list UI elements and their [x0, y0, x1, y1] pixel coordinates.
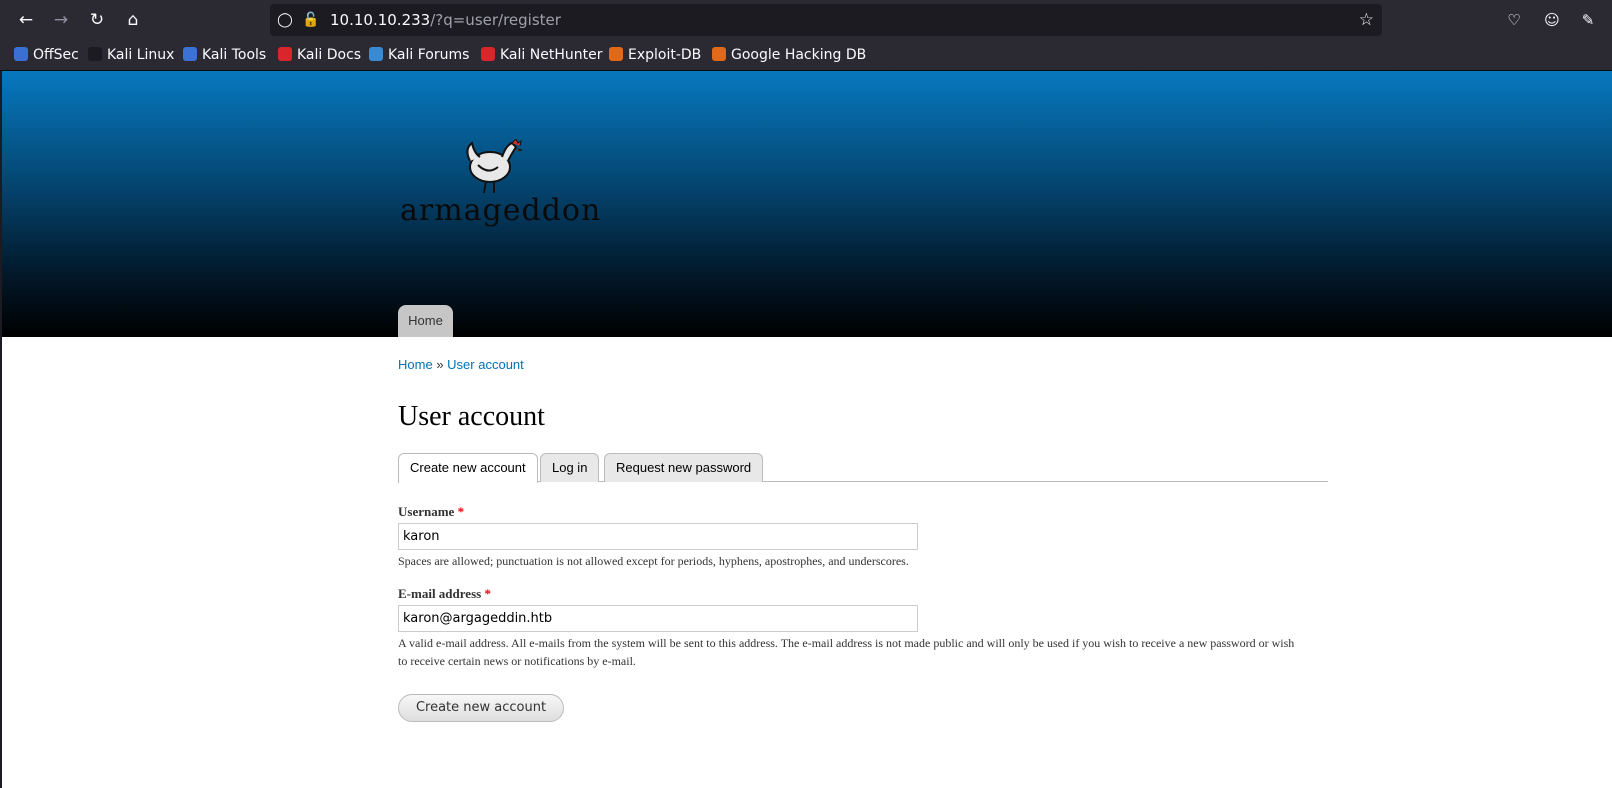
account-tabs: Create new account Log in Request new pa… [398, 453, 1328, 483]
browser-toolbar: ← → ↻ ⌂ ◯ 🔓 10.10.10.233/?q=user/registe… [0, 0, 1612, 40]
site-header: armageddon Home [2, 71, 1612, 337]
tab-log-in[interactable]: Log in [540, 453, 600, 482]
create-new-account-button[interactable]: Create new account [398, 694, 564, 722]
page-title: User account [398, 401, 545, 432]
shield-icon[interactable]: ◯ [274, 4, 296, 36]
bookmark-item[interactable]: Kali Docs [278, 40, 361, 70]
reload-icon[interactable]: ↻ [83, 6, 111, 34]
web-page: armageddon Home Home » User account User… [0, 71, 1612, 788]
breadcrumb-home-link[interactable]: Home [398, 357, 433, 372]
bookmark-label: Kali Forums [388, 47, 470, 63]
bookmark-item[interactable]: Kali Linux [88, 40, 174, 70]
address-bar[interactable]: ◯ 🔓 10.10.10.233/?q=user/register ☆ [270, 4, 1382, 36]
bookmark-label: Kali Linux [107, 47, 175, 63]
bookmark-favicon-icon [88, 47, 102, 61]
insecure-lock-icon[interactable]: 🔓 [300, 4, 322, 36]
email-description: A valid e-mail address. All e-mails from… [398, 636, 1295, 668]
forward-arrow-icon[interactable]: → [47, 6, 75, 34]
breadcrumb-separator: » [436, 357, 444, 372]
bookmark-favicon-icon [183, 47, 197, 61]
bookmark-item[interactable]: OffSec [14, 40, 79, 70]
bookmarks-bar: OffSec Kali Linux Kali Tools Kali Docs Kali … [0, 40, 1612, 71]
bookmark-favicon-icon [609, 47, 623, 61]
bookmark-label: Kali Tools [202, 47, 267, 63]
email-label: E-mail address * [398, 586, 491, 601]
bookmark-item[interactable]: Exploit-DB [609, 40, 701, 70]
breadcrumb-current-link[interactable]: User account [447, 357, 524, 372]
bookmark-favicon-icon [14, 47, 28, 61]
bookmark-item[interactable]: Kali Forums [369, 40, 469, 70]
tab-request-new-password[interactable]: Request new password [604, 453, 764, 482]
extensions-icon[interactable]: ✎ [1574, 6, 1602, 34]
site-name[interactable]: armageddon [400, 193, 601, 228]
tab-create-new-account[interactable]: Create new account [398, 453, 538, 483]
bookmark-item[interactable]: Kali NetHunter [481, 40, 602, 70]
email-input[interactable]: karon@argageddin.htb [398, 605, 918, 632]
home-icon[interactable]: ⌂ [119, 6, 147, 34]
url-text[interactable]: 10.10.10.233/?q=user/register [330, 4, 561, 36]
bookmark-item[interactable]: Google Hacking DB [712, 40, 866, 70]
back-arrow-icon[interactable]: ← [12, 6, 40, 34]
main-menu-home[interactable]: Home [398, 305, 453, 337]
breadcrumb: Home » User account [398, 357, 524, 372]
bookmark-item[interactable]: Kali Tools [183, 40, 266, 70]
bookmark-label: OffSec [33, 47, 79, 63]
username-label: Username * [398, 504, 465, 519]
bookmark-label: Exploit-DB [628, 47, 702, 63]
bookmark-favicon-icon [712, 47, 726, 61]
username-input[interactable]: karon [398, 523, 918, 550]
username-description: Spaces are allowed; punctuation is not a… [398, 554, 909, 568]
account-icon[interactable]: ☺ [1538, 6, 1566, 34]
bookmark-label: Kali NetHunter [500, 47, 603, 63]
pocket-icon[interactable]: ♡ [1500, 6, 1528, 34]
bookmark-label: Kali Docs [297, 47, 362, 63]
bookmark-favicon-icon [278, 47, 292, 61]
bookmark-favicon-icon [481, 47, 495, 61]
bookmark-label: Google Hacking DB [731, 47, 867, 63]
bookmark-favicon-icon [369, 47, 383, 61]
bookmark-star-icon[interactable]: ☆ [1359, 4, 1374, 36]
